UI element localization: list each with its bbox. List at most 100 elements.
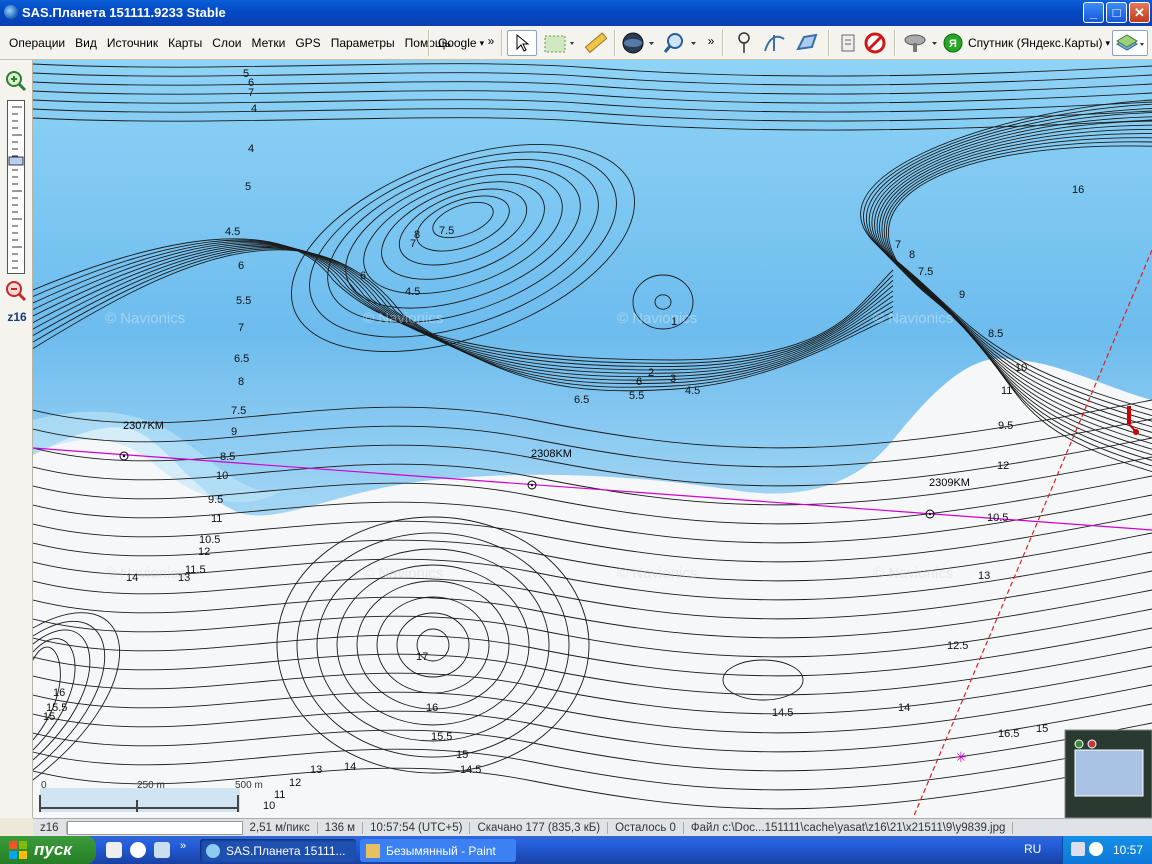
zoom-panel: z16: [0, 60, 33, 818]
globe-icon: [206, 843, 220, 858]
add-polygon-button[interactable]: [792, 30, 822, 56]
menu-toolbar: Операции Вид Источник Карты Слои Метки G…: [0, 26, 1152, 60]
toolbar-separator: [501, 30, 503, 56]
depth-label: 6: [360, 270, 366, 282]
zoom-in-button[interactable]: [5, 70, 27, 92]
depth-label: 5: [245, 181, 251, 193]
depth-label: 7.5: [231, 405, 246, 417]
menu-layers[interactable]: Слои: [207, 36, 246, 50]
add-path-button[interactable]: [760, 30, 790, 56]
minimap-plus-icon[interactable]: [1074, 739, 1084, 749]
depth-label: 14.5: [772, 707, 793, 719]
zoom-thumb[interactable]: [8, 156, 24, 166]
depth-label: 14: [344, 761, 356, 773]
layers-icon: [1116, 34, 1144, 51]
status-zoom: z16: [33, 821, 67, 834]
panda-tray-icon[interactable]: [1089, 842, 1103, 856]
depth-label: 13: [310, 764, 322, 776]
zoom-in-icon: [6, 71, 27, 92]
km-label: 2307KM: [123, 420, 164, 432]
satellite-dish-icon: [904, 34, 937, 52]
network-tray-icon[interactable]: [1071, 842, 1085, 856]
quicklaunch-network-icon[interactable]: [154, 842, 170, 858]
task-sas-planet[interactable]: SAS.Планета 15111...: [200, 839, 356, 862]
contour-line: [356, 580, 510, 710]
close-button[interactable]: ✕: [1129, 2, 1150, 23]
title-bar: SAS.Планета 151111.9233 Stable _ □ ✕: [0, 0, 1152, 26]
minimap[interactable]: [1064, 729, 1152, 818]
depth-label: 8.5: [220, 451, 235, 463]
ruler-icon: [584, 32, 607, 54]
menu-operations[interactable]: Операции: [4, 36, 70, 50]
cursor-tool-button[interactable]: [507, 30, 537, 56]
depth-label: 4.5: [685, 385, 700, 397]
menu-maps[interactable]: Карты: [163, 36, 207, 50]
depth-label: 11: [1001, 385, 1012, 397]
depth-label: 11: [274, 789, 285, 801]
menu-view[interactable]: Вид: [70, 36, 102, 50]
overflow-chevron-icon[interactable]: »: [706, 28, 716, 54]
km-label: 2309KM: [929, 477, 970, 489]
status-remaining: Осталось 0: [608, 821, 684, 834]
depth-label: 8: [238, 376, 244, 388]
google-search-dropdown[interactable]: Google ▾: [434, 30, 488, 56]
watermark: © Navionics: [105, 565, 185, 582]
status-file: Файл c:\Doc...151111\cache\yasat\z16\21\…: [684, 821, 1014, 834]
status-progress: [66, 820, 243, 835]
watermark: © Navionics: [363, 310, 443, 327]
gps-button[interactable]: [900, 30, 940, 56]
select-area-button[interactable]: [540, 30, 578, 56]
placemarks-button[interactable]: [834, 30, 860, 56]
depth-label: 16.5: [998, 728, 1019, 740]
asterisk-marker-icon[interactable]: ✳: [955, 750, 967, 766]
navionics-depth-map[interactable]: 2307KM 2308KM 2309KM 5674454.565.576.587…: [33, 60, 1152, 818]
depth-label: 10.5: [987, 512, 1008, 524]
overflow-chevron-icon[interactable]: »: [486, 28, 496, 54]
task-paint[interactable]: Безымянный - Paint: [360, 839, 516, 862]
depth-label: 16: [1072, 184, 1084, 196]
depth-label: 6.5: [234, 353, 249, 365]
depth-label: 17: [416, 651, 428, 663]
main-menu: Операции Вид Источник Карты Слои Метки G…: [4, 26, 456, 60]
map-source-label: Спутник (Яндекс.Карты): [968, 36, 1103, 50]
menu-placemarks[interactable]: Метки: [246, 36, 290, 50]
menu-settings[interactable]: Параметры: [326, 36, 400, 50]
start-button[interactable]: пуск: [0, 836, 96, 864]
maximize-button[interactable]: □: [1106, 2, 1127, 23]
contour-line: [336, 564, 530, 726]
water-area: [33, 60, 1152, 516]
quicklaunch-overflow-icon[interactable]: »: [180, 840, 186, 852]
ruler-button[interactable]: [580, 30, 610, 56]
toolbar-separator: [828, 30, 830, 56]
depth-label: 6: [238, 260, 244, 272]
layers-button[interactable]: [1112, 30, 1148, 56]
menu-gps[interactable]: GPS: [290, 36, 325, 50]
depth-label: 7.5: [439, 225, 454, 237]
hide-placemarks-button[interactable]: [862, 30, 888, 56]
minimize-button[interactable]: _: [1083, 2, 1104, 23]
watermark: © Navionics: [363, 565, 443, 582]
quicklaunch-explorer-icon[interactable]: [106, 842, 122, 858]
contour-line: [33, 589, 1152, 639]
quicklaunch-panda-icon[interactable]: [130, 842, 146, 858]
zoom-out-button[interactable]: [5, 280, 27, 302]
depth-label: 15: [43, 711, 55, 723]
map-source-dropdown[interactable]: Я Спутник (Яндекс.Карты) ▾: [942, 30, 1114, 56]
globe-button[interactable]: [618, 30, 658, 56]
window-title: SAS.Планета 151111.9233 Stable: [22, 5, 226, 20]
map-view[interactable]: 2307KM 2308KM 2309KM 5 6 7 4 4 5 4.5 6 5.5 7 6.5 8 7…: [33, 60, 1152, 818]
zoom-slider[interactable]: [7, 100, 25, 274]
depth-label: 3: [670, 373, 676, 385]
minimap-minus-icon[interactable]: [1087, 739, 1097, 749]
menu-source[interactable]: Источник: [102, 36, 163, 50]
language-indicator[interactable]: RU: [1024, 842, 1041, 856]
yandex-map-icon: Я: [943, 33, 963, 53]
depth-label: 7: [238, 322, 244, 334]
km-marker[interactable]: [119, 451, 129, 461]
toolbar-separator: [722, 30, 724, 56]
search-button[interactable]: [660, 30, 700, 56]
chevron-down-icon: ▾: [1105, 37, 1110, 48]
watermark: © Navionics: [617, 565, 697, 582]
search-icon: [663, 33, 696, 53]
add-placemark-button[interactable]: [730, 30, 758, 56]
